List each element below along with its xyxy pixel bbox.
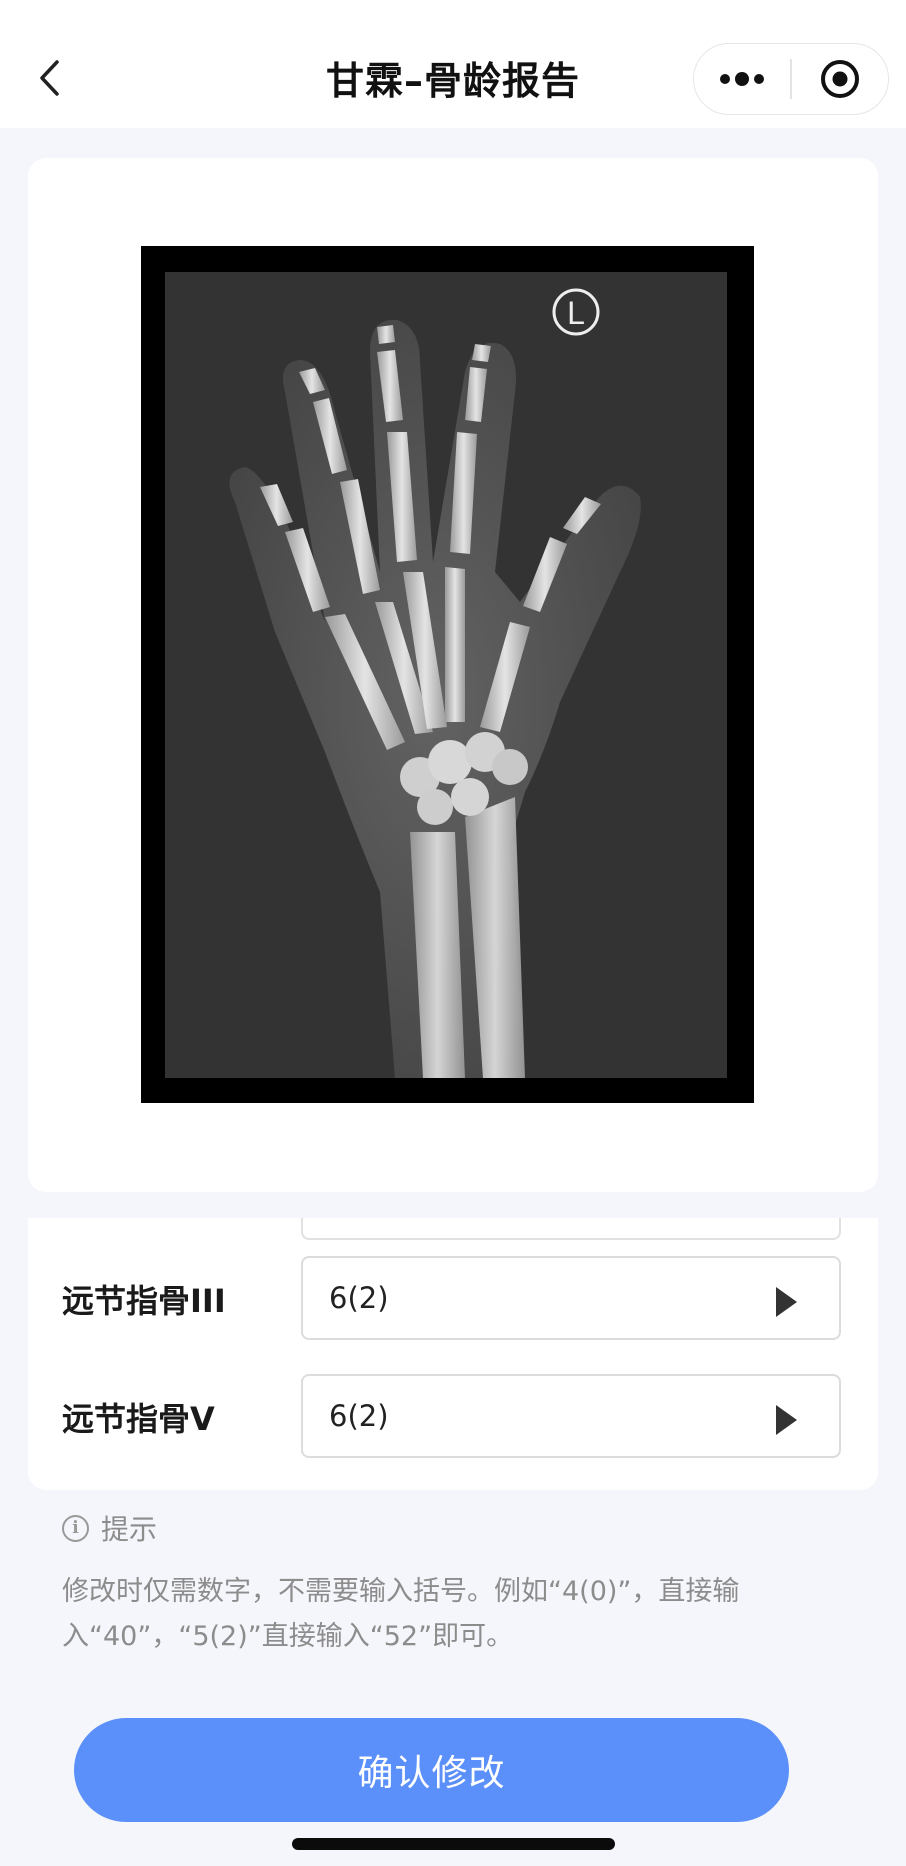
hand-xray-illustration: L bbox=[229, 288, 641, 1078]
side-marker-label: L bbox=[567, 295, 585, 331]
confirm-edit-button[interactable]: 确认修改 bbox=[74, 1718, 789, 1822]
tip-title: 提示 bbox=[101, 1513, 158, 1546]
select-distal-phalanx-iii[interactable]: 6(2) bbox=[301, 1256, 841, 1340]
more-dots-icon bbox=[720, 72, 765, 86]
play-arrow-icon bbox=[776, 1287, 797, 1317]
field-value: 6(2) bbox=[329, 1281, 389, 1315]
field-value: 6(2) bbox=[329, 1399, 389, 1433]
home-indicator[interactable] bbox=[292, 1838, 615, 1850]
more-button[interactable] bbox=[694, 44, 790, 114]
row-label-distal-phalanx-v: 远节指骨V bbox=[62, 1400, 215, 1438]
mini-program-capsule bbox=[693, 43, 889, 115]
bone-grade-form: 远节指骨III 6(2) 远节指骨V 6(2) bbox=[28, 1218, 878, 1490]
xray-film: L bbox=[165, 272, 727, 1078]
tip-text: 修改时仅需数字，不需要输入括号。例如“4(0)”，直接输入“40”，“5(2)”… bbox=[62, 1576, 740, 1652]
nav-bar: 甘霖–骨龄报告 bbox=[0, 0, 906, 128]
close-miniprogram-button[interactable] bbox=[792, 44, 888, 114]
info-icon: i bbox=[62, 1514, 89, 1542]
row-label-distal-phalanx-iii: 远节指骨III bbox=[62, 1282, 226, 1320]
tip-header: i 提示 bbox=[62, 1508, 157, 1548]
scrolled-field-edge bbox=[301, 1218, 841, 1240]
xray-image[interactable]: L bbox=[141, 246, 754, 1103]
select-distal-phalanx-v[interactable]: 6(2) bbox=[301, 1374, 841, 1458]
target-icon bbox=[820, 60, 859, 98]
play-arrow-icon bbox=[776, 1405, 797, 1435]
xray-card: L bbox=[28, 158, 878, 1192]
